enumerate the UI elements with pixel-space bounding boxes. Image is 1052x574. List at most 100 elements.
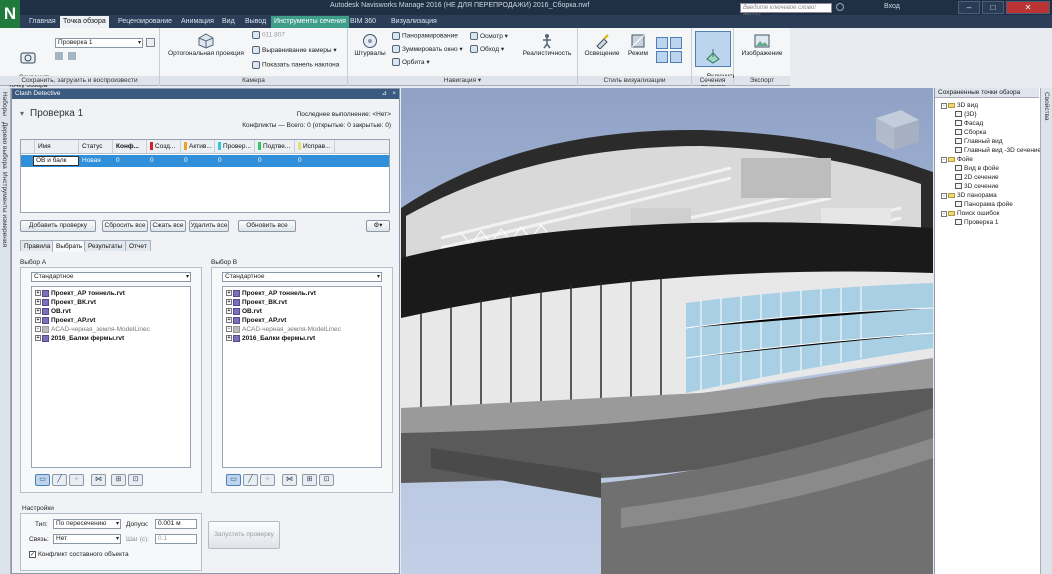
tab-review[interactable]: Рецензирование bbox=[115, 16, 175, 28]
tree-item[interactable]: + ОВ.rvt bbox=[226, 307, 262, 316]
show-tilt-button[interactable]: Показать панель наклона bbox=[252, 61, 339, 69]
link-select[interactable]: Нет ▾ bbox=[53, 534, 121, 544]
text-icon[interactable] bbox=[670, 51, 682, 63]
tab-view[interactable]: Вид bbox=[219, 16, 238, 28]
viewpoint-item[interactable]: 2D сечение bbox=[955, 174, 999, 182]
tab-results[interactable]: Результаты bbox=[84, 240, 127, 251]
3d-viewport[interactable] bbox=[401, 88, 933, 574]
col-resolved[interactable]: Исправ... bbox=[295, 140, 335, 154]
viewpoint-item[interactable]: {3D} bbox=[955, 111, 977, 119]
run-test-button[interactable]: Запустить проверку bbox=[208, 521, 280, 549]
points-toggle-icon[interactable]: ⁘ bbox=[260, 474, 275, 486]
surfaces-toggle-icon[interactable]: ▭ bbox=[35, 474, 50, 486]
lighting-button[interactable]: Освещение bbox=[582, 33, 622, 58]
tree-item[interactable]: + Проект_АР.rvt bbox=[35, 316, 95, 325]
select-in-scene-icon[interactable]: ⊡ bbox=[128, 474, 143, 486]
search-icon[interactable] bbox=[836, 3, 844, 11]
viewpoint-item[interactable]: Главный вид bbox=[955, 138, 1003, 146]
tree-item[interactable]: + ОВ.rvt bbox=[35, 307, 71, 316]
tree-item[interactable]: + Проект_АР.rvt bbox=[226, 316, 286, 325]
tab-section-tools[interactable]: Инструменты сечения bbox=[271, 16, 349, 28]
viewpoint-item[interactable]: 3D сечение bbox=[955, 183, 999, 191]
zoom-window-button[interactable]: Зуммировать окно ▾ bbox=[392, 45, 463, 54]
steering-wheels-button[interactable]: Штурвалы bbox=[352, 33, 388, 58]
col-active[interactable]: Актив... bbox=[181, 140, 215, 154]
tree-item[interactable]: +2016_Балки фермы.rvt bbox=[35, 334, 124, 343]
sets-tab[interactable]: Наборы bbox=[1, 92, 8, 116]
viewpoint-item[interactable]: Главный вид -3D сечение bbox=[955, 147, 1041, 155]
select-in-scene-icon[interactable]: ⊡ bbox=[319, 474, 334, 486]
lines-toggle-icon[interactable]: ╱ bbox=[243, 474, 258, 486]
orthographic-button[interactable]: Ортогональная проекция bbox=[166, 33, 246, 58]
surfaces-toggle-icon[interactable]: ▭ bbox=[226, 474, 241, 486]
collapse-arrow-icon[interactable]: ▾ bbox=[20, 109, 24, 118]
tree-item[interactable]: + ACAD-черная_земля-ModelLinec bbox=[35, 325, 150, 334]
tab-select[interactable]: Выбрать bbox=[52, 240, 87, 252]
tree-item[interactable]: + Проект_ВК.rvt bbox=[35, 298, 96, 307]
viewpoint-item[interactable]: Проверка 1 bbox=[955, 219, 999, 227]
lines-icon[interactable] bbox=[670, 37, 682, 49]
play-icon[interactable] bbox=[55, 52, 63, 60]
clash-type-select[interactable]: По пересечению ▾ bbox=[53, 519, 121, 529]
tolerance-input[interactable]: 0.001 м bbox=[155, 519, 197, 529]
viewpoint-settings-icon[interactable] bbox=[146, 38, 155, 47]
walk-button[interactable]: Обход ▾ bbox=[470, 45, 504, 54]
tab-rules[interactable]: Правила bbox=[20, 240, 55, 251]
test-name-edit-input[interactable]: ОВ и балк bbox=[33, 156, 79, 166]
tree-item[interactable]: +2016_Балки фермы.rvt bbox=[226, 334, 315, 343]
col-created[interactable]: Созд... bbox=[147, 140, 181, 154]
table-row[interactable]: ОВ и балк Новая 0 0 0 0 0 0 bbox=[21, 155, 389, 167]
self-intersect-icon[interactable]: ⋈ bbox=[282, 474, 297, 486]
tab-animation[interactable]: Анимация bbox=[178, 16, 217, 28]
tab-output[interactable]: Вывод bbox=[242, 16, 269, 28]
step-input[interactable]: 0.1 bbox=[155, 534, 197, 544]
properties-tab[interactable]: Свойства bbox=[1043, 92, 1050, 121]
viewpoint-item[interactable]: Панорама фойе bbox=[955, 201, 1013, 209]
tree-item[interactable]: + Проект_АР тоннель.rvt bbox=[226, 289, 316, 298]
measure-tools-tab[interactable]: Инструменты измерения bbox=[1, 172, 8, 247]
viewpoint-folder-clash[interactable]: - Поиск ошибок bbox=[941, 210, 999, 218]
lines-toggle-icon[interactable]: ╱ bbox=[52, 474, 67, 486]
col-approved[interactable]: Подтве... bbox=[255, 140, 295, 154]
viewpoint-folder-3d[interactable]: -3D вид bbox=[941, 102, 978, 110]
render-mode-button[interactable]: Режим bbox=[624, 33, 652, 58]
col-status[interactable]: Статус bbox=[79, 140, 113, 154]
maximize-button[interactable]: □ bbox=[982, 1, 1004, 14]
orbit-button[interactable]: Орбита ▾ bbox=[392, 58, 430, 67]
points-icon[interactable] bbox=[656, 51, 668, 63]
update-all-button[interactable]: Обновить все bbox=[238, 220, 296, 232]
viewpoint-item[interactable]: Вид в фойе bbox=[955, 165, 999, 173]
stop-icon[interactable] bbox=[68, 52, 76, 60]
pin-icon[interactable]: ⊿ bbox=[382, 89, 387, 99]
use-current-selection-icon[interactable]: ⊞ bbox=[302, 474, 317, 486]
tree-item[interactable]: + ACAD-черная_земля-ModelLinec bbox=[226, 325, 341, 334]
close-icon[interactable]: × bbox=[392, 89, 396, 99]
selection-a-mode-select[interactable]: Стандартное ▾ bbox=[31, 272, 191, 282]
current-viewpoint-select[interactable]: Проверка 1 ▾ bbox=[55, 38, 143, 48]
minimize-button[interactable]: – bbox=[958, 1, 980, 14]
look-around-button[interactable]: Осмотр ▾ bbox=[470, 32, 508, 41]
col-reviewed[interactable]: Провер... bbox=[215, 140, 255, 154]
tab-visualization[interactable]: Визуализация bbox=[388, 16, 440, 28]
viewpoint-item[interactable]: Фасад bbox=[955, 120, 983, 128]
surfaces-icon[interactable] bbox=[656, 37, 668, 49]
tab-bim360[interactable]: BIM 360 bbox=[347, 16, 379, 28]
pan-button[interactable]: Панорамирование bbox=[392, 32, 458, 40]
reset-all-button[interactable]: Сбросить все bbox=[102, 220, 148, 232]
tree-item[interactable]: + Проект_АР тоннель.rvt bbox=[35, 289, 125, 298]
align-camera-button[interactable]: Выравнивание камеры ▾ bbox=[252, 46, 337, 55]
import-export-dropdown[interactable]: ⚙▾ bbox=[366, 220, 390, 232]
points-toggle-icon[interactable]: ⁘ bbox=[69, 474, 84, 486]
add-test-button[interactable]: Добавить проверку bbox=[20, 220, 96, 232]
fov-field[interactable]: 011.807 bbox=[252, 31, 285, 39]
close-button[interactable]: ✕ bbox=[1006, 1, 1050, 14]
viewpoint-folder-panorama[interactable]: -3D панорама bbox=[941, 192, 997, 200]
col-conflicts[interactable]: Конф... bbox=[113, 140, 147, 154]
enable-sectioning-button[interactable]: Включить сечение bbox=[695, 31, 736, 88]
self-intersect-icon[interactable]: ⋈ bbox=[91, 474, 106, 486]
delete-all-button[interactable]: Удалить все bbox=[189, 220, 229, 232]
realism-button[interactable]: Реалистичность bbox=[520, 33, 574, 58]
selection-b-mode-select[interactable]: Стандартное ▾ bbox=[222, 272, 382, 282]
selection-tree-tab[interactable]: Дерево выбора bbox=[1, 122, 8, 169]
col-name[interactable]: Имя bbox=[35, 140, 79, 154]
